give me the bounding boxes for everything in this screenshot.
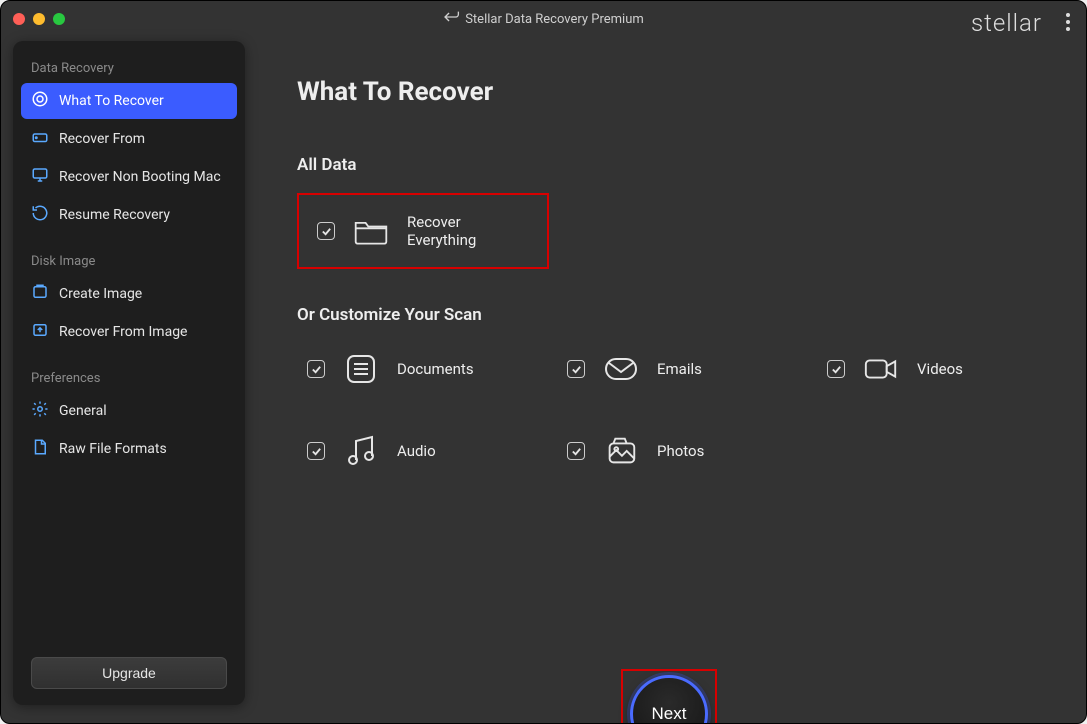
photos-icon: [603, 433, 639, 469]
option-photos[interactable]: Photos: [557, 425, 807, 477]
gear-icon: [31, 400, 49, 422]
option-recover-everything[interactable]: Recover Everything: [297, 193, 549, 269]
create-image-icon: [31, 283, 49, 305]
drive-icon: [31, 128, 49, 150]
page-title: What To Recover: [297, 77, 1046, 107]
checkbox-emails[interactable]: [567, 360, 585, 378]
sidebar: Data Recovery What To Recover Recover Fr…: [13, 41, 245, 705]
next-button[interactable]: Next: [630, 675, 708, 724]
sidebar-item-label: Create Image: [59, 286, 142, 302]
upgrade-button[interactable]: Upgrade: [31, 657, 227, 689]
option-emails[interactable]: Emails: [557, 343, 807, 395]
more-menu-icon[interactable]: [1066, 13, 1070, 31]
sidebar-section-data-recovery: Data Recovery: [21, 55, 237, 82]
sidebar-item-what-to-recover[interactable]: What To Recover: [21, 83, 237, 119]
sidebar-item-label: Recover From: [59, 131, 145, 147]
audio-icon: [343, 433, 379, 469]
window-controls: [13, 13, 65, 25]
option-label: Recover Everything: [407, 213, 507, 249]
sidebar-section-disk-image: Disk Image: [21, 248, 237, 275]
titlebar: Stellar Data Recovery Premium stellar: [1, 1, 1086, 37]
option-label: Emails: [657, 360, 702, 378]
sidebar-item-label: What To Recover: [59, 93, 164, 109]
sidebar-item-label: Recover Non Booting Mac: [59, 169, 221, 185]
checkbox-videos[interactable]: [827, 360, 845, 378]
app-window: Stellar Data Recovery Premium stellar Da…: [0, 0, 1087, 724]
sidebar-item-label: Recover From Image: [59, 324, 187, 340]
videos-icon: [863, 351, 899, 387]
sidebar-item-raw-file-formats[interactable]: Raw File Formats: [21, 431, 237, 467]
option-videos[interactable]: Videos: [817, 343, 1067, 395]
next-button-highlight: Next: [621, 669, 717, 724]
sidebar-item-create-image[interactable]: Create Image: [21, 276, 237, 312]
checkbox-recover-everything[interactable]: [317, 222, 335, 240]
minimize-window-button[interactable]: [33, 13, 45, 25]
customize-options-grid: Documents Emails Videos: [297, 343, 1046, 477]
sidebar-item-recover-non-booting-mac[interactable]: Recover Non Booting Mac: [21, 159, 237, 195]
option-documents[interactable]: Documents: [297, 343, 547, 395]
option-label: Photos: [657, 442, 704, 460]
body: Data Recovery What To Recover Recover Fr…: [1, 37, 1086, 723]
resume-icon: [31, 204, 49, 226]
documents-icon: [343, 351, 379, 387]
window-title: Stellar Data Recovery Premium: [443, 10, 644, 28]
main-panel: What To Recover All Data Recover Everyth…: [245, 37, 1086, 723]
option-label: Audio: [397, 442, 436, 460]
sidebar-item-label: Raw File Formats: [59, 441, 167, 457]
back-arrow-icon[interactable]: [443, 10, 459, 28]
folder-icon: [353, 213, 389, 249]
emails-icon: [603, 351, 639, 387]
option-label: Documents: [397, 360, 474, 378]
target-icon: [31, 90, 49, 112]
sidebar-section-preferences: Preferences: [21, 365, 237, 392]
sidebar-item-recover-from-image[interactable]: Recover From Image: [21, 314, 237, 350]
sidebar-item-label: Resume Recovery: [59, 207, 170, 223]
all-data-heading: All Data: [297, 155, 1046, 175]
brand-logo: stellar: [971, 9, 1042, 37]
monitor-icon: [31, 166, 49, 188]
option-audio[interactable]: Audio: [297, 425, 547, 477]
checkbox-documents[interactable]: [307, 360, 325, 378]
sidebar-item-recover-from[interactable]: Recover From: [21, 121, 237, 157]
checkbox-photos[interactable]: [567, 442, 585, 460]
recover-image-icon: [31, 321, 49, 343]
maximize-window-button[interactable]: [53, 13, 65, 25]
file-icon: [31, 438, 49, 460]
close-window-button[interactable]: [13, 13, 25, 25]
window-title-text: Stellar Data Recovery Premium: [465, 12, 644, 27]
customize-heading: Or Customize Your Scan: [297, 305, 1046, 325]
option-label: Videos: [917, 360, 963, 378]
sidebar-item-general[interactable]: General: [21, 393, 237, 429]
sidebar-item-label: General: [59, 403, 107, 419]
checkbox-audio[interactable]: [307, 442, 325, 460]
sidebar-item-resume-recovery[interactable]: Resume Recovery: [21, 197, 237, 233]
